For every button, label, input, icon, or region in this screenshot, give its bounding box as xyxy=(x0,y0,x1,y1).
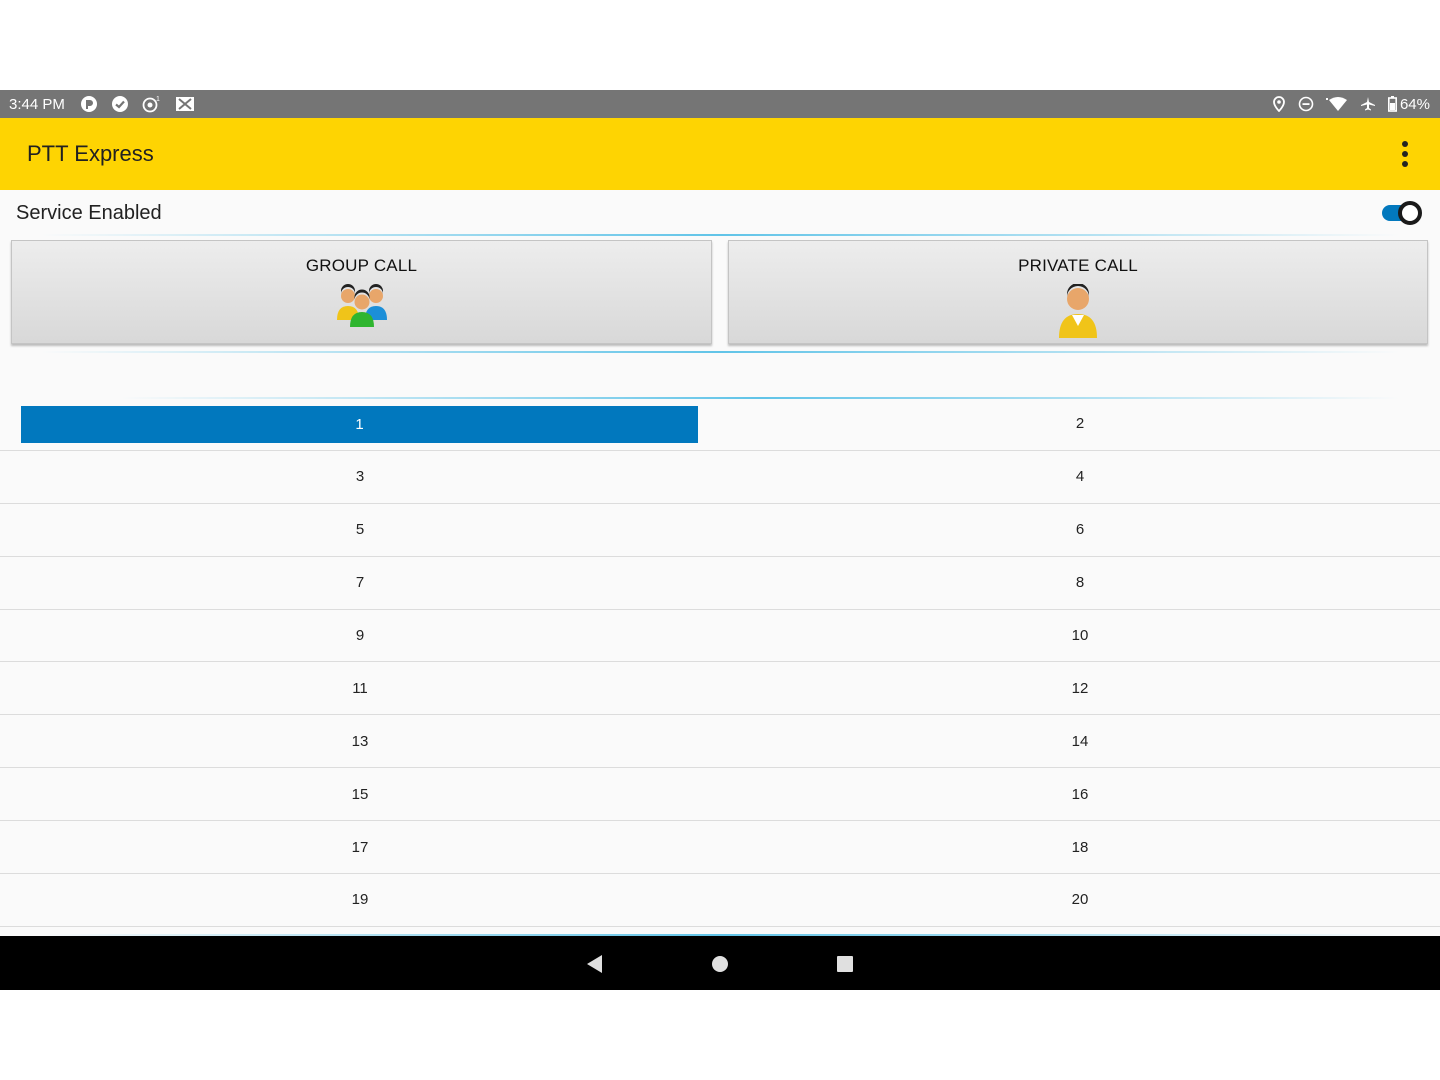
svg-text:1: 1 xyxy=(156,96,160,103)
channel-cell[interactable]: 2 xyxy=(720,398,1440,450)
table-row: 9 10 xyxy=(0,610,1440,663)
hotspot-icon: 1 xyxy=(142,95,162,113)
channel-cell[interactable]: 8 xyxy=(720,557,1440,609)
location-icon xyxy=(1272,96,1286,112)
battery-icon: 64% xyxy=(1387,95,1430,113)
channel-cell[interactable]: 4 xyxy=(720,451,1440,503)
table-row: 17 18 xyxy=(0,821,1440,875)
table-row: 11 12 xyxy=(0,662,1440,716)
group-call-button[interactable]: GROUP CALL xyxy=(11,240,712,344)
overflow-dot-icon xyxy=(1402,141,1408,147)
channel-cell[interactable]: 11 xyxy=(0,662,720,714)
airplane-icon xyxy=(1360,96,1376,112)
status-bar-left: 3:44 PM 1 xyxy=(0,95,195,113)
overflow-menu-button[interactable] xyxy=(1390,136,1420,172)
channel-cell[interactable]: 17 xyxy=(0,821,720,873)
channel-cell[interactable]: 7 xyxy=(0,557,720,609)
channel-cell[interactable]: 20 xyxy=(720,874,1440,926)
group-call-label: GROUP CALL xyxy=(305,256,418,275)
private-call-button[interactable]: PRIVATE CALL xyxy=(728,240,1428,344)
home-button[interactable] xyxy=(709,953,731,975)
home-icon xyxy=(712,956,728,972)
back-button[interactable] xyxy=(583,953,605,975)
device-screen: 3:44 PM 1 64% PTT Express Service Enable… xyxy=(0,90,1440,990)
channel-cell[interactable]: 12 xyxy=(720,662,1440,714)
overflow-dot-icon xyxy=(1402,151,1408,157)
channel-cell-selected[interactable]: 1 xyxy=(21,406,698,443)
status-time: 3:44 PM xyxy=(9,95,65,113)
channel-cell[interactable]: 6 xyxy=(720,504,1440,556)
channel-cell[interactable]: 9 xyxy=(0,610,720,662)
navigation-bar xyxy=(0,936,1440,990)
person-icon xyxy=(1056,283,1100,345)
channel-cell[interactable]: 15 xyxy=(0,768,720,820)
table-row: 13 14 xyxy=(0,715,1440,769)
table-row: 15 16 xyxy=(0,768,1440,822)
toggle-knob xyxy=(1398,201,1422,225)
channel-cell[interactable]: 5 xyxy=(0,504,720,556)
app-bar: PTT Express xyxy=(0,118,1440,190)
no-image-icon xyxy=(175,95,195,113)
recents-icon xyxy=(837,956,853,972)
channel-cell[interactable]: 16 xyxy=(720,768,1440,820)
table-row: 1 2 xyxy=(0,398,1440,451)
channel-cell[interactable]: 19 xyxy=(0,874,720,926)
channel-cell[interactable]: 14 xyxy=(720,715,1440,767)
table-row: 5 6 xyxy=(0,504,1440,557)
service-enabled-toggle[interactable] xyxy=(1382,199,1424,227)
divider xyxy=(40,351,1400,353)
channel-grid: 1 2 3 4 5 6 7 8 9 10 11 12 13 14 15 16 1… xyxy=(0,398,1440,927)
channel-cell[interactable]: 18 xyxy=(720,821,1440,873)
battery-percent: 64% xyxy=(1399,95,1430,113)
app-title: PTT Express xyxy=(27,141,154,166)
table-row: 19 20 xyxy=(0,874,1440,927)
messaging-app-icon xyxy=(80,95,98,113)
status-bar: 3:44 PM 1 64% xyxy=(0,90,1440,118)
check-circle-icon xyxy=(111,95,129,113)
private-call-label: PRIVATE CALL xyxy=(1018,256,1138,275)
table-row: 3 4 xyxy=(0,451,1440,504)
wifi-icon xyxy=(1325,96,1348,112)
service-row: Service Enabled xyxy=(0,190,1440,236)
channel-cell[interactable]: 10 xyxy=(720,610,1440,662)
overflow-dot-icon xyxy=(1402,161,1408,167)
service-enabled-label: Service Enabled xyxy=(16,202,162,224)
group-people-icon xyxy=(334,284,390,333)
status-bar-right: 64% xyxy=(1272,90,1430,118)
divider xyxy=(40,234,1400,236)
table-row: 7 8 xyxy=(0,557,1440,610)
channel-cell[interactable]: 3 xyxy=(0,451,720,503)
do-not-disturb-icon xyxy=(1298,96,1314,112)
channel-cell[interactable]: 13 xyxy=(0,715,720,767)
back-icon xyxy=(587,955,602,973)
recents-button[interactable] xyxy=(834,953,856,975)
